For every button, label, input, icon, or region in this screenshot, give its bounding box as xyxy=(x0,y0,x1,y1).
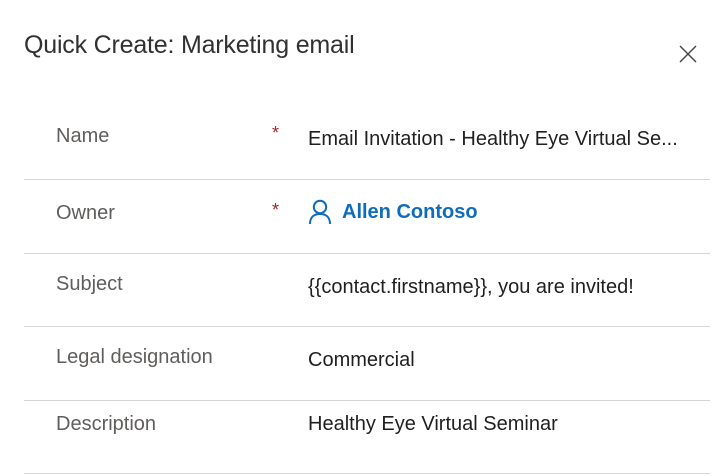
field-row-legal-designation: Legal designation Commercial xyxy=(24,327,710,401)
close-icon xyxy=(679,45,697,63)
field-row-name: Name * Email Invitation - Healthy Eye Vi… xyxy=(24,102,710,180)
field-label-legal-designation: Legal designation xyxy=(56,346,213,368)
field-label-name: Name xyxy=(56,125,110,147)
subject-field[interactable]: {{contact.firstname}}, you are invited! xyxy=(308,276,708,299)
owner-name: Allen Contoso xyxy=(342,200,478,223)
field-label-subject: Subject xyxy=(56,273,123,295)
close-button[interactable] xyxy=(676,42,700,66)
field-row-owner: Owner * Allen Contoso xyxy=(24,180,710,254)
legal-designation-select[interactable]: Commercial xyxy=(308,349,708,372)
description-field[interactable]: Healthy Eye Virtual Seminar xyxy=(308,413,708,436)
person-icon xyxy=(309,199,331,225)
field-row-description: Description Healthy Eye Virtual Seminar xyxy=(24,401,710,474)
panel-title: Quick Create: Marketing email xyxy=(24,31,355,59)
field-label-description: Description xyxy=(56,413,157,435)
quick-create-form: Name * Email Invitation - Healthy Eye Vi… xyxy=(24,102,710,474)
field-label-owner: Owner xyxy=(56,202,115,224)
name-field[interactable]: Email Invitation - Healthy Eye Virtual S… xyxy=(308,128,708,151)
field-row-subject: Subject {{contact.firstname}}, you are i… xyxy=(24,254,710,327)
owner-lookup-link[interactable]: Allen Contoso xyxy=(308,199,478,225)
required-indicator: * xyxy=(272,200,280,220)
required-indicator: * xyxy=(272,123,280,143)
